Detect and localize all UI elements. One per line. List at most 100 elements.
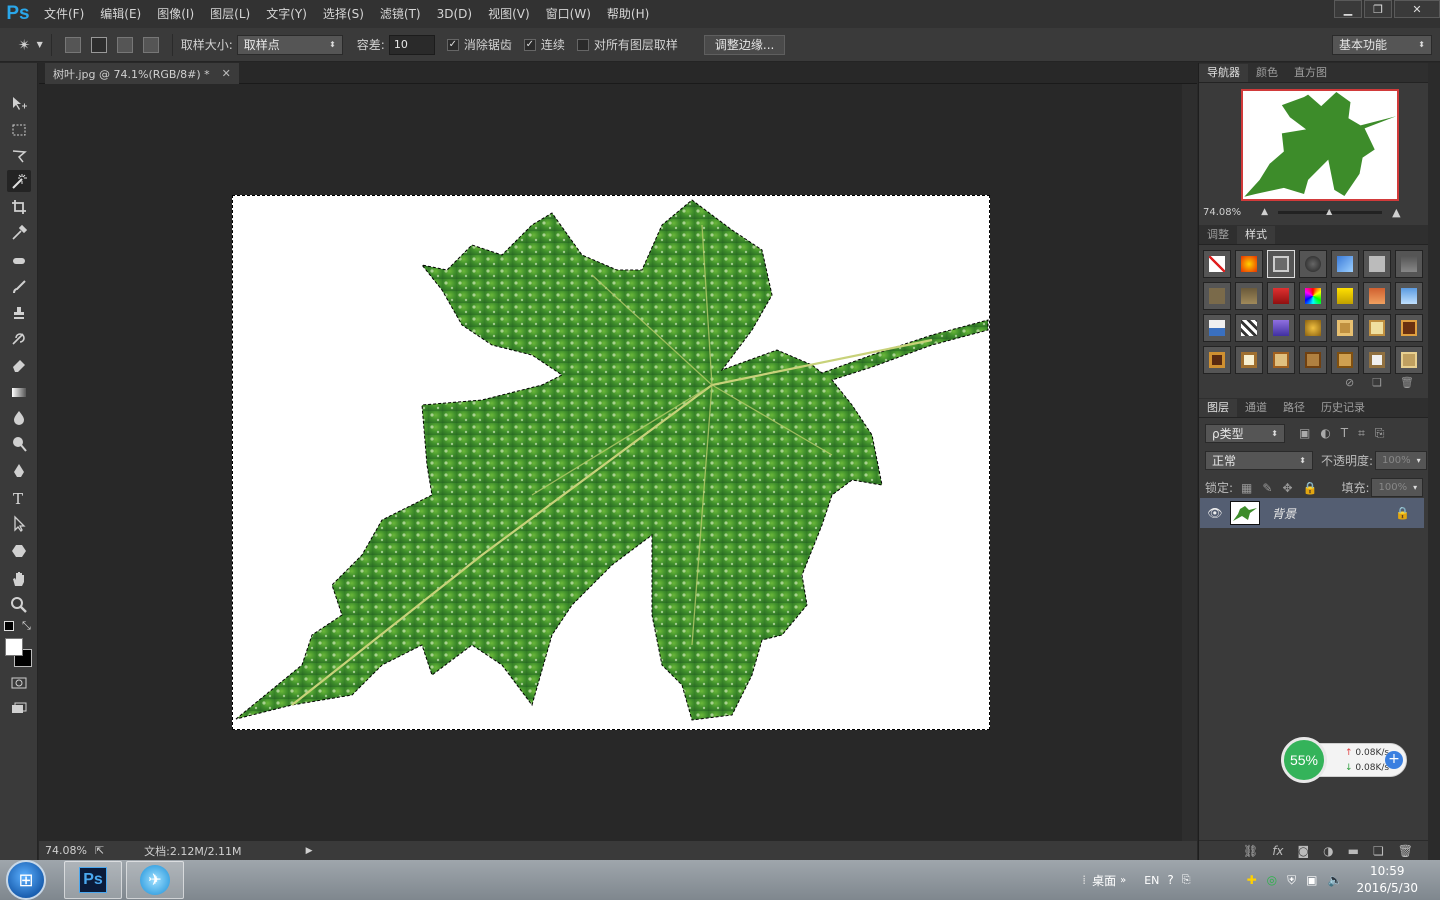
zoom-level[interactable]: 74.08% — [45, 844, 87, 857]
fill-input[interactable]: 100% ▾ — [1371, 478, 1424, 497]
pen-tool-icon[interactable] — [7, 460, 31, 482]
restore-button[interactable]: ❐ — [1364, 0, 1392, 18]
zoom-out-icon[interactable]: ▲ — [1261, 207, 1268, 217]
style-swatch[interactable] — [1235, 250, 1263, 278]
tab-layers[interactable]: 图层 — [1199, 399, 1237, 417]
menu-select[interactable]: 选择(S) — [315, 0, 372, 28]
menu-file[interactable]: 文件(F) — [36, 0, 92, 28]
style-swatch[interactable] — [1395, 250, 1423, 278]
crop-tool-icon[interactable] — [7, 196, 31, 218]
gradient-tool-icon[interactable] — [7, 381, 31, 403]
new-selection-mode-button[interactable] — [64, 36, 81, 53]
new-layer-icon[interactable]: ❏ — [1373, 844, 1384, 858]
eraser-tool-icon[interactable] — [7, 354, 31, 376]
menu-filter[interactable]: 滤镜(T) — [372, 0, 429, 28]
new-style-icon[interactable]: ❏ — [1372, 376, 1382, 394]
style-swatch[interactable] — [1235, 314, 1263, 342]
blend-mode-select[interactable]: 正常 ⬍ — [1205, 451, 1313, 470]
opacity-input[interactable]: 100% ▾ — [1375, 451, 1428, 470]
layer-filter-select[interactable]: ρ类型 ⬍ — [1205, 424, 1285, 443]
style-swatch[interactable] — [1267, 314, 1295, 342]
refine-edge-button[interactable]: 调整边缘... — [703, 34, 786, 55]
tab-history[interactable]: 历史记录 — [1313, 399, 1373, 417]
style-swatch[interactable] — [1299, 314, 1327, 342]
image-canvas[interactable] — [232, 195, 990, 730]
navigator-zoom-value[interactable]: 74.08% — [1203, 207, 1241, 218]
style-swatch[interactable] — [1203, 282, 1231, 310]
type-tool-icon[interactable]: T — [7, 487, 31, 509]
magic-wand-tool-icon[interactable] — [7, 170, 31, 192]
style-swatch[interactable] — [1299, 282, 1327, 310]
magic-wand-tool-icon[interactable]: ✴ — [18, 36, 31, 54]
brush-tool-icon[interactable] — [7, 276, 31, 298]
style-swatch[interactable] — [1267, 346, 1295, 374]
input-language[interactable]: EN — [1144, 874, 1159, 887]
sample-all-layers-checkbox[interactable]: 对所有图层取样 — [576, 36, 678, 53]
style-swatch[interactable] — [1235, 282, 1263, 310]
navigator-preview[interactable] — [1240, 89, 1399, 201]
close-button[interactable]: ✕ — [1394, 0, 1440, 18]
security-icon[interactable]: ◎ — [1267, 873, 1277, 887]
status-menu-arrow-icon[interactable]: ▶ — [306, 846, 313, 856]
export-icon[interactable]: ⇱ — [95, 844, 104, 857]
hand-tool-icon[interactable] — [7, 568, 31, 590]
tab-histogram[interactable]: 直方图 — [1286, 64, 1335, 82]
sample-size-select[interactable]: 取样点 ⬍ — [236, 34, 343, 55]
tab-color[interactable]: 颜色 — [1248, 64, 1286, 82]
style-swatch[interactable] — [1203, 250, 1231, 278]
menu-help[interactable]: 帮助(H) — [599, 0, 657, 28]
memory-usage-circle[interactable]: 55% — [1281, 737, 1327, 783]
delete-style-icon[interactable]: 🗑 — [1400, 376, 1414, 394]
tab-paths[interactable]: 路径 — [1275, 399, 1313, 417]
style-swatch[interactable] — [1363, 282, 1391, 310]
clock[interactable]: 10:59 2016/5/30 — [1356, 863, 1418, 897]
default-colors-icon[interactable] — [4, 621, 14, 631]
fx-icon[interactable]: fx — [1272, 844, 1283, 858]
blur-tool-icon[interactable] — [7, 407, 31, 429]
quick-mask-icon[interactable] — [7, 672, 31, 694]
layer-name[interactable]: 背景 — [1272, 505, 1296, 522]
layer-row-background[interactable]: 👁 背景 🔒 — [1200, 498, 1424, 528]
tray-app-icon[interactable]: ✚ — [1247, 873, 1257, 887]
workspace-select[interactable]: 基本功能 ⬍ — [1332, 34, 1432, 55]
style-swatch[interactable] — [1395, 346, 1423, 374]
style-swatch[interactable] — [1299, 250, 1327, 278]
subtract-from-selection-mode-button[interactable] — [116, 36, 133, 53]
add-mask-icon[interactable]: ◙ — [1298, 844, 1310, 858]
style-swatch[interactable] — [1331, 314, 1359, 342]
clear-style-icon[interactable]: ⊘ — [1345, 376, 1354, 394]
taskbar-browser[interactable]: ✈ — [126, 861, 184, 899]
screen-mode-icon[interactable] — [7, 698, 31, 720]
lasso-tool-icon[interactable] — [7, 145, 31, 167]
new-group-icon[interactable]: ▬ — [1348, 844, 1359, 858]
lock-icons[interactable]: ▦✎✥🔒 — [1241, 481, 1327, 495]
network-icon[interactable]: ▣ — [1306, 873, 1317, 887]
minimize-button[interactable]: ▁ — [1334, 0, 1362, 18]
anti-alias-checkbox[interactable]: ✓ 消除锯齿 — [446, 36, 512, 53]
start-button[interactable]: ⊞ — [6, 860, 46, 900]
delete-layer-icon[interactable]: 🗑 — [1398, 844, 1413, 858]
tab-adjustments[interactable]: 调整 — [1199, 226, 1237, 244]
style-swatch[interactable] — [1331, 346, 1359, 374]
rectangular-marquee-tool-icon[interactable] — [7, 119, 31, 141]
zoom-slider[interactable]: ▲ — [1278, 207, 1383, 216]
tab-navigator[interactable]: 导航器 — [1199, 64, 1248, 82]
menu-layer[interactable]: 图层(L) — [202, 0, 258, 28]
style-swatch[interactable] — [1299, 346, 1327, 374]
tab-channels[interactable]: 通道 — [1237, 399, 1275, 417]
style-swatch[interactable] — [1395, 314, 1423, 342]
shape-tool-icon[interactable] — [7, 540, 31, 562]
menu-type[interactable]: 文字(Y) — [258, 0, 315, 28]
path-selection-tool-icon[interactable] — [7, 513, 31, 535]
volume-icon[interactable]: 🔈 — [1328, 873, 1343, 887]
intersect-selection-mode-button[interactable] — [142, 36, 159, 53]
style-swatch[interactable] — [1331, 250, 1359, 278]
menu-window[interactable]: 窗口(W) — [538, 0, 599, 28]
adjustment-layer-icon[interactable]: ◑ — [1323, 844, 1333, 858]
zoom-in-icon[interactable]: ▲ — [1392, 206, 1400, 219]
style-swatch[interactable] — [1203, 314, 1231, 342]
layer-filter-icons[interactable]: ▣◐T⌗⎘ — [1299, 426, 1395, 441]
style-swatch[interactable] — [1331, 282, 1359, 310]
menu-3d[interactable]: 3D(D) — [429, 0, 480, 28]
document-tab[interactable]: 树叶.jpg @ 74.1%(RGB/8#) * ✕ — [45, 63, 239, 84]
